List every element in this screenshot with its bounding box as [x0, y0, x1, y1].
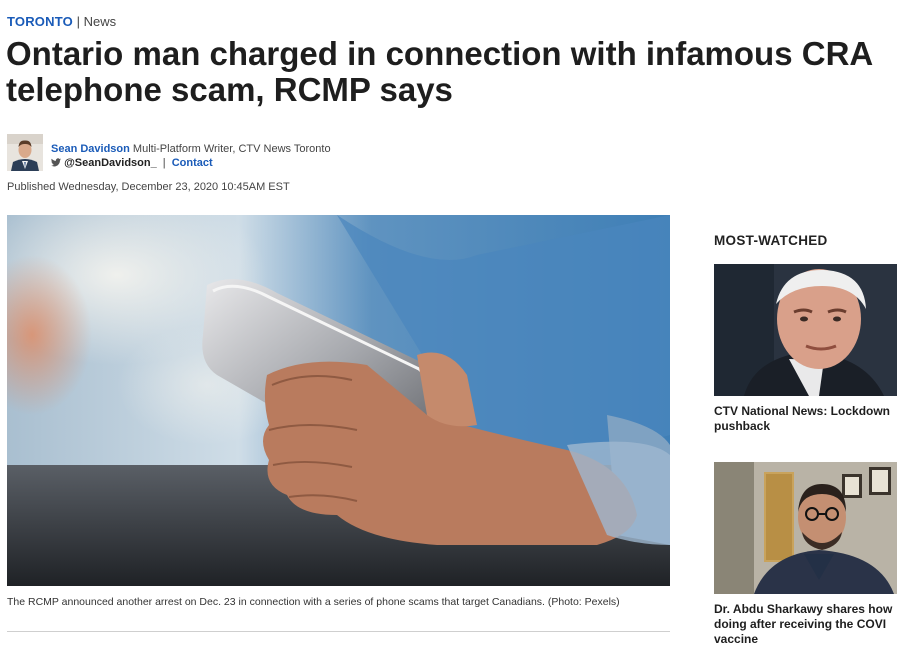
- breadcrumb-subsection-link[interactable]: News: [84, 14, 117, 29]
- byline-line-2: @SeanDavidson_ | Contact: [51, 157, 213, 169]
- caption-divider: [7, 631, 670, 632]
- article-title: Ontario man charged in connection with i…: [6, 35, 873, 108]
- breadcrumb: TORONTO | News: [7, 14, 116, 29]
- byline-line-1: Sean Davidson Multi-Platform Writer, CTV…: [51, 143, 331, 155]
- video-title[interactable]: CTV National News: Lockdown pushback: [714, 404, 897, 434]
- breadcrumb-section-link[interactable]: TORONTO: [7, 14, 73, 29]
- article-hero-image: [7, 215, 670, 586]
- contact-link[interactable]: Contact: [172, 157, 213, 169]
- byline-separator: |: [162, 157, 166, 169]
- author-role: Multi-Platform Writer, CTV News Toronto: [132, 143, 331, 155]
- twitter-bird-icon: [51, 158, 61, 167]
- video-thumbnail[interactable]: [714, 462, 897, 594]
- author-name-link[interactable]: Sean Davidson: [51, 143, 130, 155]
- video-thumbnail[interactable]: [714, 264, 897, 396]
- video-title[interactable]: Dr. Abdu Sharkawy shares how doing after…: [714, 602, 897, 647]
- author-avatar[interactable]: [7, 134, 43, 171]
- author-twitter-link[interactable]: @SeanDavidson_: [64, 157, 157, 169]
- breadcrumb-separator: |: [76, 14, 80, 29]
- published-timestamp: Published Wednesday, December 23, 2020 1…: [7, 181, 290, 193]
- image-caption: The RCMP announced another arrest on Dec…: [7, 596, 620, 608]
- most-watched-heading: MOST-WATCHED: [714, 233, 828, 248]
